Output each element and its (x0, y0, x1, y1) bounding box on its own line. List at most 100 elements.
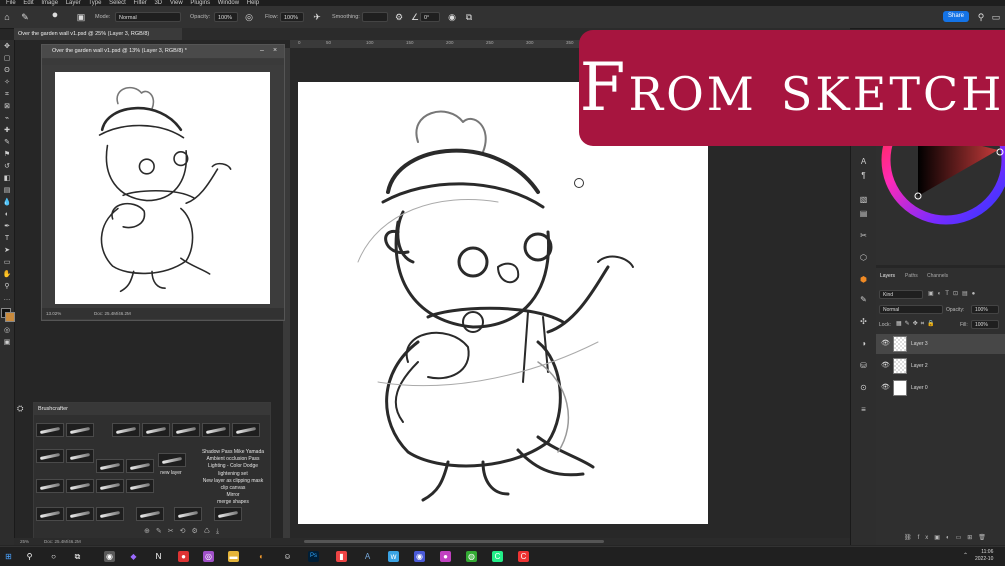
brush-preset[interactable] (202, 423, 230, 437)
type-tool-icon[interactable]: T (2, 234, 12, 243)
lasso-tool-icon[interactable]: ʘ (2, 66, 12, 75)
home-icon[interactable]: ⌂ (2, 12, 12, 22)
brush-note[interactable]: Mirror (198, 492, 268, 498)
lock-icons[interactable]: ▦✎✥⌗🔒 (896, 320, 956, 328)
adjustments-icon[interactable]: ◑ (858, 338, 869, 349)
document-tab[interactable]: Over the garden wall v1.psd @ 25% (Layer… (14, 28, 182, 40)
brush-preset[interactable] (96, 459, 124, 473)
hand-tool-icon[interactable]: ✋ (2, 270, 12, 279)
brush-note[interactable]: new layer (156, 470, 186, 476)
brush-note[interactable]: Shadow Pass Mike Yamada (198, 449, 268, 455)
app-icon[interactable]: C (492, 551, 503, 562)
character-icon[interactable]: A (858, 156, 869, 167)
search-icon[interactable]: ⚲ (24, 551, 35, 562)
brush-preset[interactable] (36, 479, 64, 493)
tool-presets-icon[interactable]: ✂ (858, 230, 869, 241)
workspace-icon[interactable]: ▭ (991, 12, 1001, 22)
brush-preset[interactable] (214, 507, 242, 521)
pressure-size-icon[interactable]: ◉ (447, 12, 457, 22)
gear-icon[interactable]: ⚙ (394, 12, 404, 22)
blend-mode-select[interactable]: Normal (879, 305, 943, 314)
brush-preset[interactable] (66, 507, 94, 521)
minimize-icon[interactable]: – (258, 47, 266, 55)
brush-preset[interactable] (36, 449, 64, 463)
layer-row[interactable]: 👁 Layer 2 (876, 356, 1005, 376)
brush-preset[interactable] (172, 423, 200, 437)
photoshop-icon[interactable]: Ps (308, 551, 319, 562)
brush-settings-icon[interactable]: ✎ (858, 294, 869, 305)
brush-preset[interactable] (136, 507, 164, 521)
brush-preset[interactable] (112, 423, 140, 437)
app-icon[interactable]: ▮ (336, 551, 347, 562)
more-tools-icon[interactable]: … (2, 294, 12, 303)
screen-mode-icon[interactable]: ▣ (2, 338, 12, 347)
history-brush-icon[interactable]: ↺ (2, 162, 12, 171)
properties-icon[interactable]: ▤ (858, 208, 869, 219)
share-button[interactable]: Share (943, 11, 969, 22)
layer-filter-icons[interactable]: ▣◐T⊡▤● (928, 290, 1000, 299)
brush-preset[interactable] (66, 449, 94, 463)
discord-icon[interactable]: ◉ (414, 551, 425, 562)
shape-tool-icon[interactable]: ▭ (2, 258, 12, 267)
frame-tool-icon[interactable]: ⊠ (2, 102, 12, 111)
floating-document-window[interactable]: Over the garden wall v1.psd @ 13% (Layer… (41, 44, 285, 321)
brushcrafter-panel[interactable]: Brushcrafter Shadow Pass Mike Yamada Amb… (33, 402, 271, 541)
brush-preset[interactable] (36, 423, 64, 437)
blender-icon[interactable]: ◐ (256, 551, 267, 562)
horizontal-scrollbar[interactable] (304, 540, 604, 543)
brush-note[interactable]: merge shapes (198, 499, 268, 505)
pen-tool-icon[interactable]: ✒ (2, 222, 12, 231)
cortana-icon[interactable]: ○ (48, 551, 59, 562)
brush-note[interactable]: Ambient occlusion Pass (198, 456, 268, 462)
visibility-eye-icon[interactable]: 👁 (881, 378, 890, 398)
brush-preset[interactable] (126, 479, 154, 493)
paragraph-icon[interactable]: ¶ (858, 170, 869, 181)
brush-preset[interactable] (96, 507, 124, 521)
move-tool-icon[interactable]: ✥ (2, 42, 12, 51)
chrome-icon[interactable]: ◍ (466, 551, 477, 562)
visibility-eye-icon[interactable]: 👁 (881, 334, 890, 354)
layer-filter-select[interactable]: Kind (879, 290, 923, 299)
brush-preset[interactable] (232, 423, 260, 437)
airbrush-icon[interactable]: ✈ (312, 12, 322, 22)
app-icon[interactable]: ● (178, 551, 189, 562)
brush-settings-icon[interactable]: ▣ (76, 12, 86, 22)
libraries-icon[interactable]: ⛁ (858, 360, 869, 371)
brush-preset[interactable] (142, 423, 170, 437)
fill-field[interactable]: 100% (971, 320, 999, 329)
brush-panel-icon[interactable]: ⛭ (17, 404, 27, 414)
brush-preset[interactable] (96, 479, 124, 493)
main-canvas[interactable] (298, 82, 708, 524)
layer-name[interactable]: Layer 3 (911, 334, 928, 354)
brush-preset[interactable] (174, 507, 202, 521)
zoom-level[interactable]: 25% (20, 538, 29, 545)
pressure-opacity-icon[interactable]: ◎ (244, 12, 254, 22)
styles-icon[interactable]: ≡ (858, 404, 869, 415)
layers-panel[interactable]: Layers Paths Channels Kind ▣◐T⊡▤● Normal… (876, 268, 1005, 545)
brush-preset[interactable] (66, 423, 94, 437)
color-panel[interactable] (876, 140, 1005, 265)
app-icon[interactable]: ◎ (203, 551, 214, 562)
layer-opacity-field[interactable]: 100% (971, 305, 999, 314)
app-icon[interactable]: A (362, 551, 373, 562)
brush-preset[interactable] (66, 479, 94, 493)
file-explorer-icon[interactable]: ▬ (228, 551, 239, 562)
app-icon[interactable]: ◆ (128, 551, 139, 562)
task-view-icon[interactable]: ⧉ (72, 551, 83, 562)
layer-row[interactable]: 👁 Layer 3 (876, 334, 1005, 354)
brush-note[interactable]: clip canvas (198, 485, 268, 491)
brush-preset-icon[interactable]: ● (50, 10, 60, 21)
brush-preset[interactable] (36, 507, 64, 521)
angle-field[interactable]: 0° (420, 12, 440, 22)
opacity-field[interactable]: 100% (214, 12, 238, 22)
app-icon[interactable]: ☺ (282, 551, 293, 562)
path-select-icon[interactable]: ➤ (2, 246, 12, 255)
floating-window-title[interactable]: Over the garden wall v1.psd @ 13% (Layer… (42, 45, 284, 58)
close-icon[interactable]: × (271, 47, 279, 55)
healing-brush-icon[interactable]: ✚ (2, 126, 12, 135)
quick-mask-icon[interactable]: ◎ (2, 326, 12, 335)
stamp-tool-icon[interactable]: ⚑ (2, 150, 12, 159)
3d-icon[interactable]: ⬡ (858, 252, 869, 263)
zoom-tool-icon[interactable]: ⚲ (2, 282, 12, 291)
smoothing-field[interactable] (362, 12, 388, 22)
